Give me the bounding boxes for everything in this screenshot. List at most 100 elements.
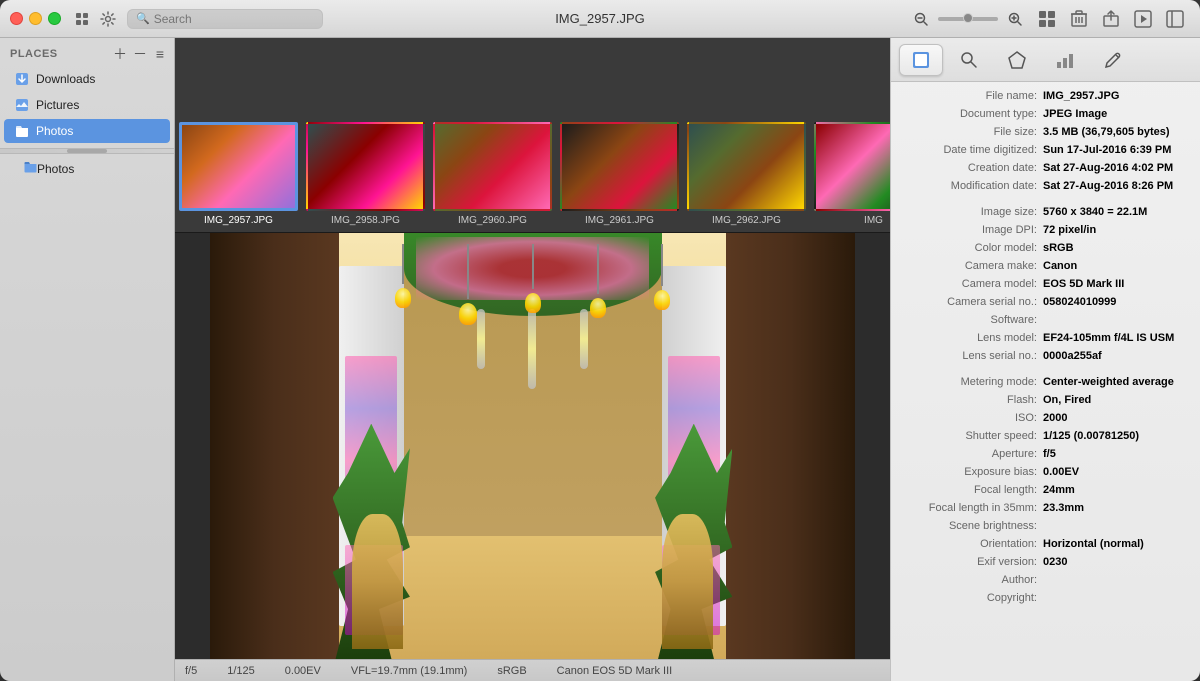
- search-input[interactable]: [154, 12, 314, 26]
- close-button[interactable]: ×: [10, 12, 23, 25]
- sidebar-subitem-photos[interactable]: Photos: [0, 158, 174, 179]
- info-label: File name:: [903, 90, 1043, 102]
- info-value: 0000a255af: [1043, 350, 1188, 362]
- sidebar-item-photos-label: Photos: [36, 124, 73, 138]
- room-background: [210, 233, 855, 659]
- sidebar-options-button[interactable]: ≡: [150, 44, 170, 64]
- info-label: Camera serial no.:: [903, 296, 1043, 308]
- grid-toggle-button[interactable]: [1032, 5, 1062, 33]
- info-value: Sun 17-Jul-2016 6:39 PM: [1043, 144, 1188, 156]
- info-row: Lens serial no.:0000a255af: [891, 348, 1200, 366]
- thumbnail-label-3: IMG_2961.JPG: [585, 215, 654, 226]
- settings-button[interactable]: [97, 8, 119, 30]
- info-label: Focal length:: [903, 484, 1043, 496]
- info-value: f/5: [1043, 448, 1188, 460]
- zoom-slider[interactable]: [938, 5, 998, 33]
- info-value: 1/125 (0.00781250): [1043, 430, 1188, 442]
- inspector-tab-filter[interactable]: [995, 44, 1039, 76]
- info-value: EF24-105mm f/4L IS USM: [1043, 332, 1188, 344]
- info-label: Color model:: [903, 242, 1043, 254]
- thumbnail-item-4[interactable]: IMG_2962.JPG: [683, 116, 810, 232]
- inspector-panel: File name:IMG_2957.JPGDocument type:JPEG…: [890, 38, 1200, 681]
- info-label: Camera model:: [903, 278, 1043, 290]
- thumbnail-strip: IMG_2957.JPG IMG_2958.JPG IMG_2960.JPG I…: [175, 38, 890, 233]
- info-label: Exposure bias:: [903, 466, 1043, 478]
- info-label: File size:: [903, 126, 1043, 138]
- statusbar: f/5 1/125 0.00EV VFL=19.7mm (19.1mm) sRG…: [175, 659, 890, 681]
- status-aperture: f/5: [185, 665, 197, 677]
- sidebar-item-downloads-label: Downloads: [36, 72, 95, 86]
- info-value: 23.3mm: [1043, 502, 1188, 514]
- info-row: Scene brightness:: [891, 518, 1200, 536]
- delete-button[interactable]: [1064, 5, 1094, 33]
- info-row: Date time digitized:Sun 17-Jul-2016 6:39…: [891, 142, 1200, 160]
- thumbnail-item-2[interactable]: IMG_2960.JPG: [429, 116, 556, 232]
- inspector-tab-search[interactable]: [947, 44, 991, 76]
- sidebar-add-button[interactable]: ＋: [110, 44, 130, 64]
- photos-sub-icon: [24, 161, 37, 176]
- info-label: Document type:: [903, 108, 1043, 120]
- window-title: IMG_2957.JPG: [555, 11, 645, 26]
- inspector-tab-chart[interactable]: [1043, 44, 1087, 76]
- info-row: Orientation:Horizontal (normal): [891, 536, 1200, 554]
- sidebar-item-photos[interactable]: Photos: [4, 119, 170, 143]
- info-row: Image DPI:72 pixel/in: [891, 222, 1200, 240]
- downloads-icon: [14, 71, 30, 87]
- minimize-button[interactable]: −: [29, 12, 42, 25]
- titlebar-icon-group: [71, 8, 119, 30]
- info-row: Copyright:: [891, 590, 1200, 608]
- info-row: Camera model:EOS 5D Mark III: [891, 276, 1200, 294]
- share-button[interactable]: [1096, 5, 1126, 33]
- info-row: Lens model:EF24-105mm f/4L IS USM: [891, 330, 1200, 348]
- sidebar-places-label: Places: [4, 48, 110, 60]
- thumbnail-item-1[interactable]: IMG_2958.JPG: [302, 116, 429, 232]
- info-row: Image size:5760 x 3840 = 22.1M: [891, 204, 1200, 222]
- info-row: File name:IMG_2957.JPG: [891, 88, 1200, 106]
- info-value: On, Fired: [1043, 394, 1188, 406]
- info-label: Modification date:: [903, 180, 1043, 192]
- info-row: Camera serial no.:058024010999: [891, 294, 1200, 312]
- thumbnail-item-3[interactable]: IMG_2961.JPG: [556, 116, 683, 232]
- info-value: 72 pixel/in: [1043, 224, 1188, 236]
- info-value: EOS 5D Mark III: [1043, 278, 1188, 290]
- thumbnail-image-5: [814, 122, 890, 211]
- grid-view-button[interactable]: [71, 8, 93, 30]
- maximize-button[interactable]: +: [48, 12, 61, 25]
- sidebar-toggle-button[interactable]: [1160, 5, 1190, 33]
- info-row: Shutter speed:1/125 (0.00781250): [891, 428, 1200, 446]
- status-colorspace: sRGB: [497, 665, 526, 677]
- zoom-out-button[interactable]: [906, 5, 936, 33]
- info-label: Flash:: [903, 394, 1043, 406]
- info-row: Document type:JPEG Image: [891, 106, 1200, 124]
- sidebar-remove-button[interactable]: －: [130, 44, 150, 64]
- sidebar-item-downloads[interactable]: Downloads: [4, 67, 170, 91]
- search-box[interactable]: 🔍: [127, 9, 323, 29]
- main-image: [210, 233, 855, 659]
- pictures-icon: [14, 97, 30, 113]
- zoom-in-button[interactable]: [1000, 5, 1030, 33]
- titlebar: × − + 🔍 IMG_2957.JPG: [0, 0, 1200, 38]
- play-button[interactable]: [1128, 5, 1158, 33]
- info-row: Author:: [891, 572, 1200, 590]
- info-value: Sat 27-Aug-2016 8:26 PM: [1043, 180, 1188, 192]
- sidebar-item-pictures[interactable]: Pictures: [4, 93, 170, 117]
- thumbnail-item-5[interactable]: IMG: [810, 116, 890, 232]
- info-row: Color model:sRGB: [891, 240, 1200, 258]
- thumbnail-image-0: [179, 122, 298, 211]
- thumbnail-item-0[interactable]: IMG_2957.JPG: [175, 116, 302, 232]
- thumbnail-image-3: [560, 122, 679, 211]
- info-label: Lens serial no.:: [903, 350, 1043, 362]
- info-row: Metering mode:Center-weighted average: [891, 374, 1200, 392]
- traffic-lights: × − +: [10, 12, 61, 25]
- info-label: Orientation:: [903, 538, 1043, 550]
- thumbnail-label-5: IMG: [864, 215, 883, 226]
- status-camera: Canon EOS 5D Mark III: [557, 665, 673, 677]
- inspector-tab-preview[interactable]: [899, 44, 943, 76]
- content-area: IMG_2957.JPG IMG_2958.JPG IMG_2960.JPG I…: [175, 38, 890, 681]
- sidebar: Places ＋ － ≡ Downloads Pictures: [0, 38, 175, 681]
- sidebar-subitem-photos-label: Photos: [37, 162, 74, 176]
- inspector-tab-edit[interactable]: [1091, 44, 1135, 76]
- sidebar-item-pictures-label: Pictures: [36, 98, 79, 112]
- thumbnail-image-4: [687, 122, 806, 211]
- main-area: Places ＋ － ≡ Downloads Pictures: [0, 38, 1200, 681]
